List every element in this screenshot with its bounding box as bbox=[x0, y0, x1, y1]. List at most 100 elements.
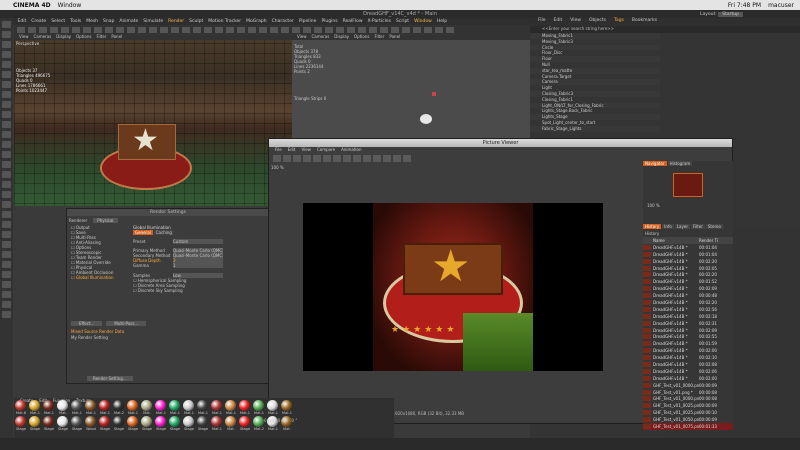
history-row[interactable]: DreadGHF.v14B * 00:02:00 bbox=[643, 347, 733, 354]
my-render-setting[interactable]: My Render Setting bbox=[71, 335, 108, 340]
tool-icon[interactable] bbox=[2, 231, 11, 238]
sampling-checkbox[interactable]: ☐ Discrete Sky Sampling bbox=[133, 288, 269, 293]
viewport-menu-view[interactable]: View bbox=[19, 34, 29, 40]
tool-icon[interactable] bbox=[2, 281, 11, 288]
toolbar-icon[interactable] bbox=[193, 26, 201, 33]
material-swatch[interactable]: Stage bbox=[70, 415, 84, 431]
tool-icon[interactable] bbox=[2, 91, 11, 98]
pv-tab-filter[interactable]: Filter bbox=[690, 224, 705, 229]
pv-menu-animation[interactable]: Animation bbox=[341, 147, 361, 153]
toolbar-icon[interactable] bbox=[435, 26, 443, 33]
tool-icon[interactable] bbox=[2, 21, 11, 28]
pv-menu-edit[interactable]: Edit bbox=[288, 147, 296, 153]
gi-tab-caching[interactable]: Caching bbox=[153, 230, 174, 235]
history-col-time[interactable]: Render Ti bbox=[699, 238, 718, 243]
toolbar-icon[interactable] bbox=[39, 26, 47, 33]
toolbar-icon[interactable] bbox=[61, 26, 69, 33]
material-swatch[interactable]: Mat.1 bbox=[238, 399, 252, 415]
pv-tool-icon[interactable] bbox=[393, 154, 401, 162]
toolbar-icon[interactable] bbox=[446, 26, 454, 33]
pv-tab-info[interactable]: Info bbox=[662, 224, 674, 229]
app-menu[interactable]: CINEMA 4D bbox=[13, 2, 51, 9]
viewport-menu-display[interactable]: Display bbox=[334, 34, 349, 40]
toolbar-icon[interactable] bbox=[402, 26, 410, 33]
pv-tool-icon[interactable] bbox=[293, 154, 301, 162]
menu-animate[interactable]: Animate bbox=[119, 19, 138, 24]
menu-simulate[interactable]: Simulate bbox=[143, 19, 163, 24]
pv-tool-icon[interactable] bbox=[283, 154, 291, 162]
history-row[interactable]: GHF_Test_v01_0025.png *00:00:10 bbox=[643, 409, 733, 416]
toolbar-icon[interactable] bbox=[17, 26, 25, 33]
material-swatch[interactable]: Wood bbox=[84, 415, 98, 431]
toolbar-icon[interactable] bbox=[105, 26, 113, 33]
material-swatch[interactable]: Mat.8 bbox=[14, 399, 28, 415]
tool-icon[interactable] bbox=[2, 101, 11, 108]
tool-icon[interactable] bbox=[2, 271, 11, 278]
menu-create[interactable]: Create bbox=[31, 19, 46, 24]
material-swatch[interactable]: Stage bbox=[126, 415, 140, 431]
material-swatch[interactable]: Mat.1 bbox=[224, 399, 238, 415]
menu-select[interactable]: Select bbox=[51, 19, 65, 24]
toolbar-icon[interactable] bbox=[226, 26, 234, 33]
toolbar-icon[interactable] bbox=[237, 26, 245, 33]
pv-menu-compare[interactable]: Compare bbox=[317, 147, 335, 153]
object-row[interactable]: Fabric_Stage_Lights bbox=[530, 125, 660, 132]
history-row[interactable]: DreadGHF.v14B * 00:02:20 bbox=[643, 299, 733, 306]
material-swatch[interactable]: Stage bbox=[140, 415, 154, 431]
material-swatch[interactable]: Stage bbox=[56, 415, 70, 431]
material-swatch[interactable]: Mat.1 bbox=[70, 399, 84, 415]
pv-tab-histogram[interactable]: Histogram bbox=[667, 161, 693, 166]
tool-icon[interactable] bbox=[2, 161, 11, 168]
pv-tab-navigator[interactable]: Navigator bbox=[643, 161, 667, 166]
toolbar-icon[interactable] bbox=[149, 26, 157, 33]
material-swatch[interactable]: Mat.1 bbox=[210, 399, 224, 415]
history-row[interactable]: DreadGHF.v14B * 00:02:20 bbox=[643, 258, 733, 265]
history-row[interactable]: DreadGHF.v14B * 00:02:20 bbox=[643, 271, 733, 278]
material-swatch[interactable]: Mat. bbox=[56, 399, 70, 415]
toolbar-icon[interactable] bbox=[314, 26, 322, 33]
history-row[interactable]: DreadGHF.v14B * 00:00:48 bbox=[643, 292, 733, 299]
material-swatch[interactable]: Stage bbox=[42, 415, 56, 431]
toolbar-icon[interactable] bbox=[116, 26, 124, 33]
history-row[interactable]: DreadGHF.v14B * 00:01:52 bbox=[643, 278, 733, 285]
toolbar-icon[interactable] bbox=[369, 26, 377, 33]
toolbar-icon[interactable] bbox=[127, 26, 135, 33]
toolbar-icon[interactable] bbox=[160, 26, 168, 33]
preset-dropdown[interactable]: Custom bbox=[173, 239, 223, 244]
history-row[interactable]: DreadGHF.v14B * 00:02:31 bbox=[643, 320, 733, 327]
tool-icon[interactable] bbox=[2, 291, 11, 298]
material-swatch[interactable]: Mat.1 bbox=[280, 399, 294, 415]
menu-script[interactable]: Script bbox=[396, 19, 409, 24]
toolbar-icon[interactable] bbox=[413, 26, 421, 33]
pv-tool-icon[interactable] bbox=[373, 154, 381, 162]
material-swatch[interactable]: Stage bbox=[154, 415, 168, 431]
tool-icon[interactable] bbox=[2, 311, 11, 318]
object-search-field[interactable]: <<Enter your search string here>> bbox=[530, 26, 800, 33]
pv-tool-icon[interactable] bbox=[363, 154, 371, 162]
menu-sculpt[interactable]: Sculpt bbox=[189, 19, 203, 24]
material-swatch[interactable]: Stage bbox=[168, 415, 182, 431]
history-row[interactable]: DreadGHF.v14B * 00:01:04 bbox=[643, 251, 733, 258]
pv-tab-history[interactable]: History bbox=[643, 224, 662, 229]
toolbar-icon[interactable] bbox=[215, 26, 223, 33]
tool-icon[interactable] bbox=[2, 251, 11, 258]
history-row[interactable]: DreadGHF.v14B * 00:02:00 bbox=[643, 375, 733, 382]
toolbar-icon[interactable] bbox=[380, 26, 388, 33]
tool-icon[interactable] bbox=[2, 121, 11, 128]
history-row[interactable]: DreadGHF.v14B * 00:01:59 bbox=[643, 340, 733, 347]
toolbar-icon[interactable] bbox=[83, 26, 91, 33]
toolbar-icon[interactable] bbox=[336, 26, 344, 33]
menu-render[interactable]: Render bbox=[168, 19, 184, 24]
tool-icon[interactable] bbox=[2, 71, 11, 78]
history-row[interactable]: GHF_Test_v01_0025.png *00:00:09 bbox=[643, 402, 733, 409]
menu-snap[interactable]: Snap bbox=[103, 19, 114, 24]
toolbar-icon[interactable] bbox=[281, 26, 289, 33]
material-swatch[interactable]: Mat.1 bbox=[84, 399, 98, 415]
history-row[interactable]: DreadGHF.v14B * 00:02:06 bbox=[643, 368, 733, 375]
menu-mograph[interactable]: MoGraph bbox=[246, 19, 266, 24]
pv-menu-file[interactable]: File bbox=[275, 147, 282, 153]
toolbar-icon[interactable] bbox=[424, 26, 432, 33]
pv-tool-icon[interactable] bbox=[383, 154, 391, 162]
tool-icon[interactable] bbox=[2, 221, 11, 228]
viewport-menu-cameras[interactable]: Cameras bbox=[312, 34, 330, 40]
